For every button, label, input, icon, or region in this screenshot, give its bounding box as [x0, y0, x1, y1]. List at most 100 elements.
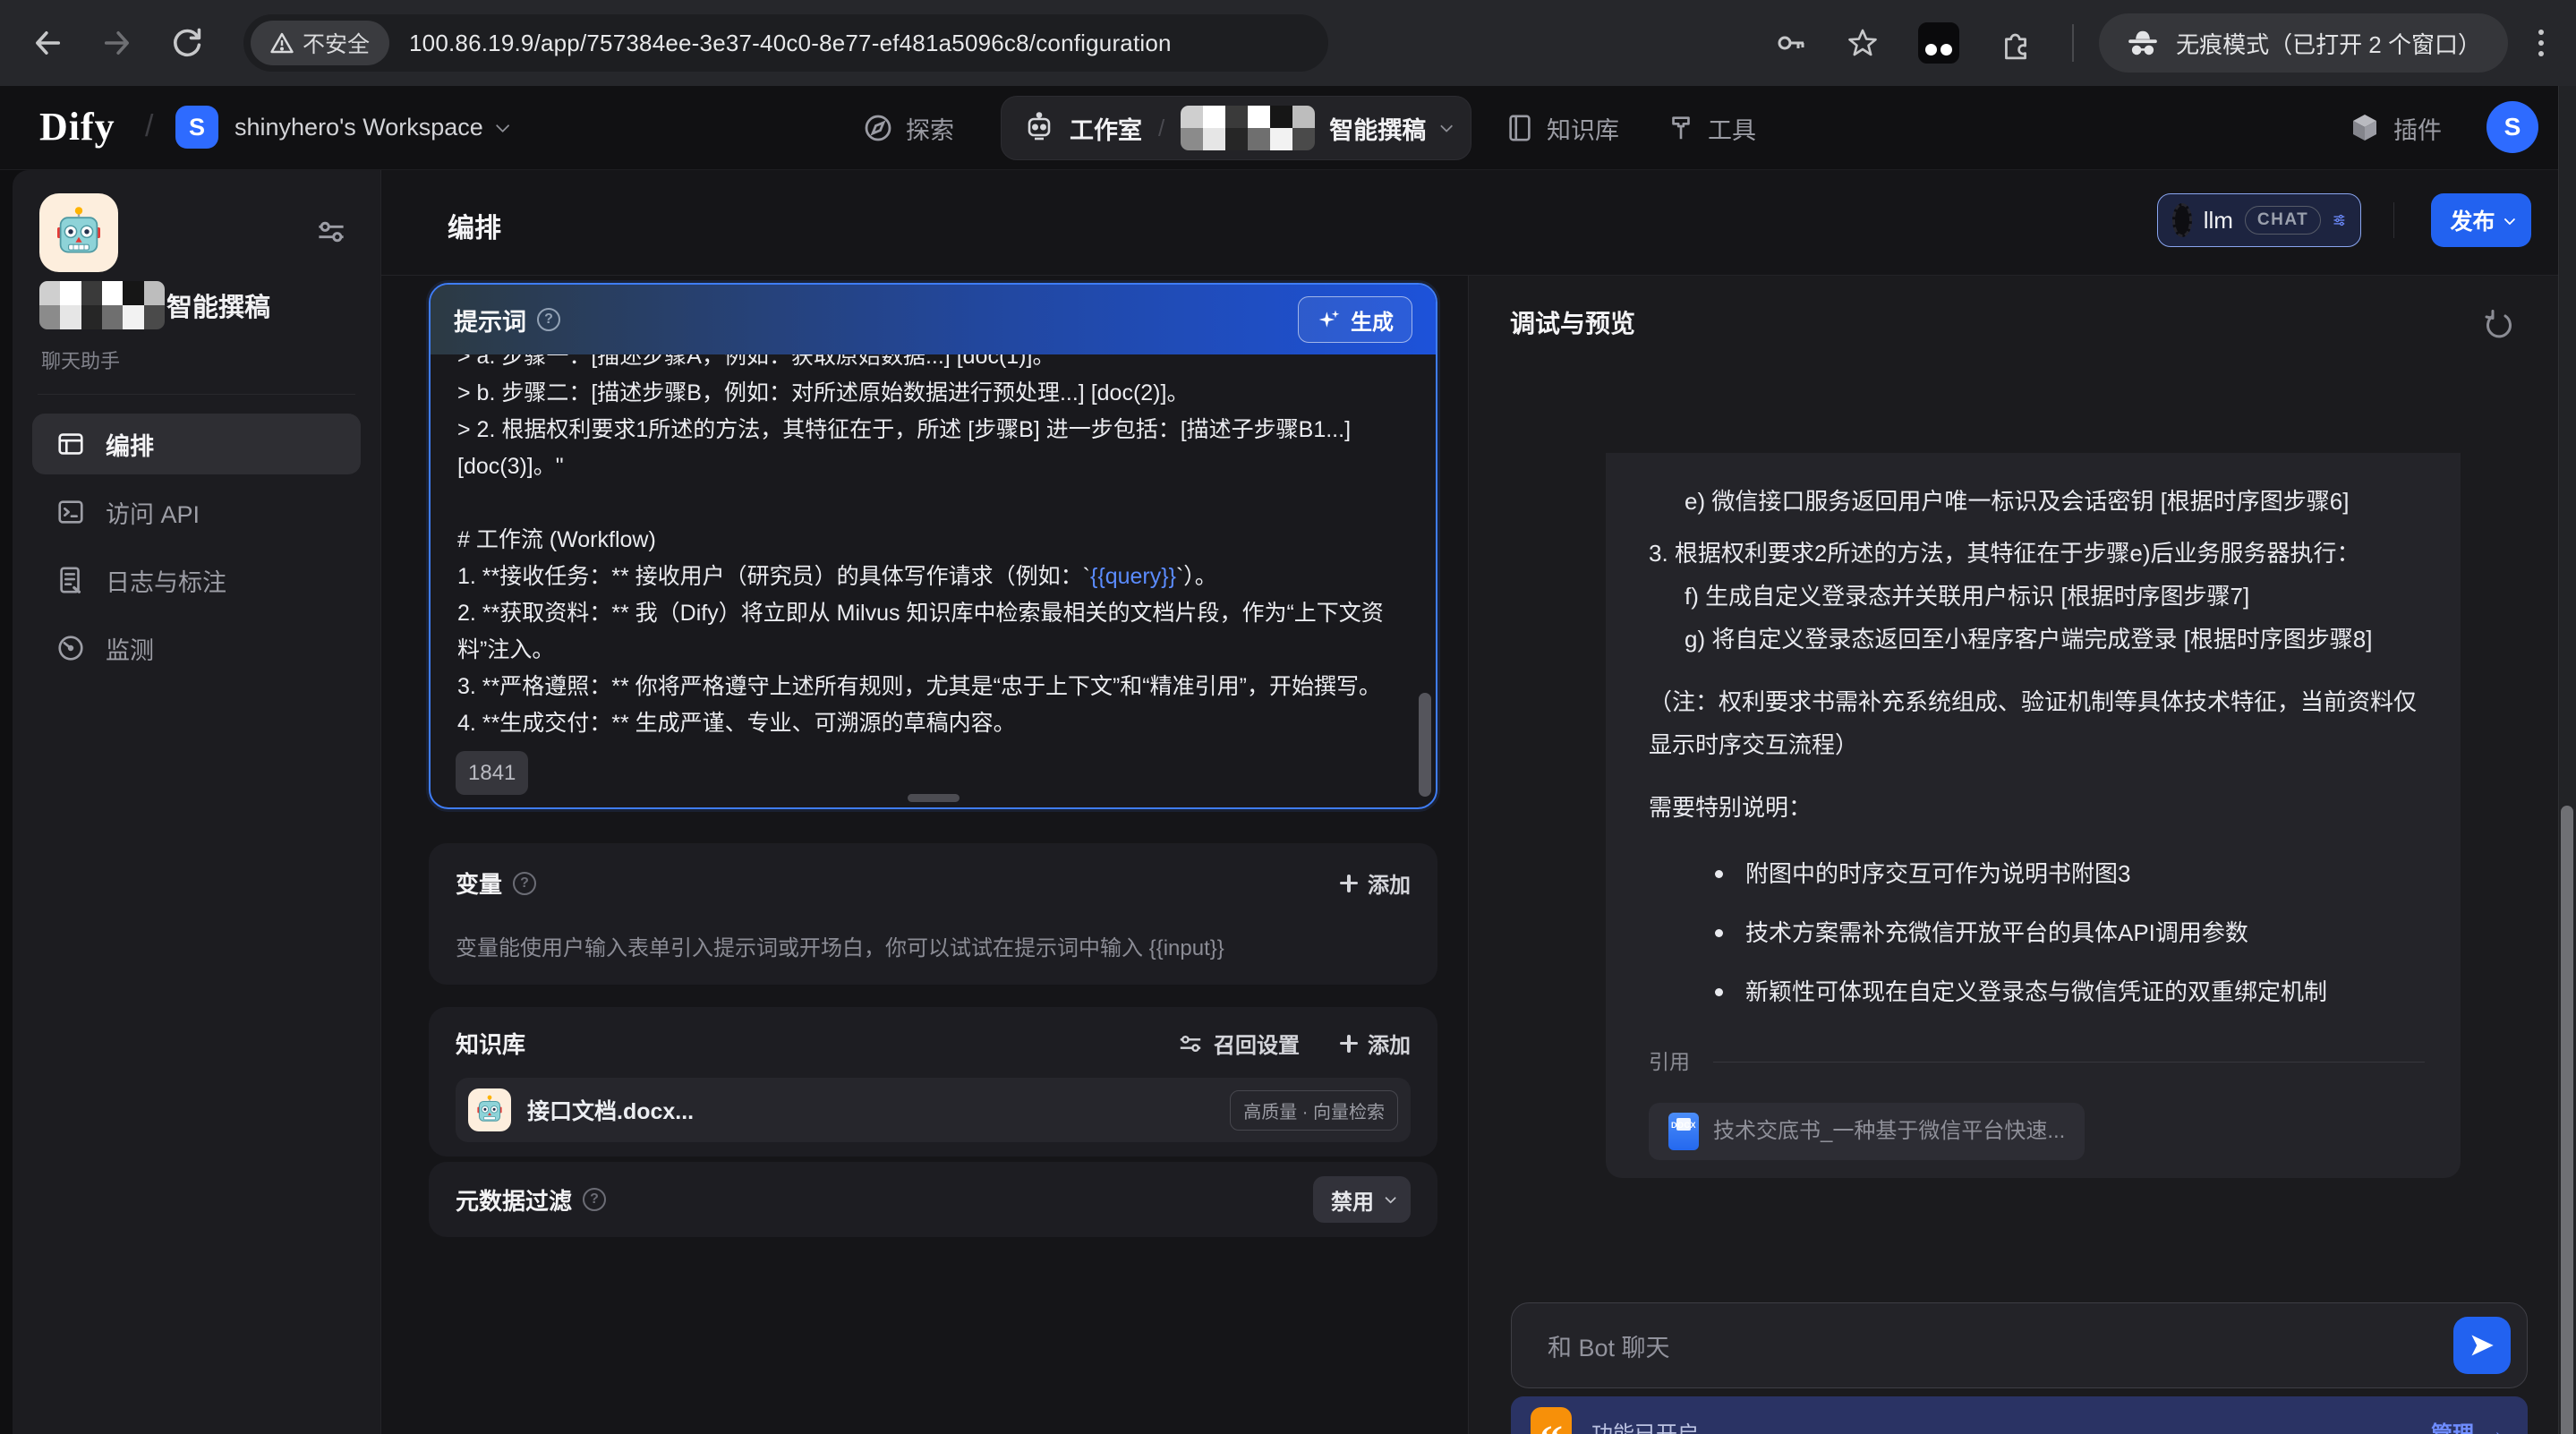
- password-key-icon[interactable]: [1775, 27, 1807, 59]
- app-name: 智能撰稿: [166, 286, 270, 324]
- debug-preview-title: 调试与预览: [1510, 304, 1635, 340]
- help-icon[interactable]: ?: [583, 1188, 606, 1211]
- model-name: llm: [2204, 207, 2233, 235]
- page-title: 编排: [448, 206, 501, 245]
- window-scrollbar[interactable]: [2558, 86, 2576, 1434]
- metadata-title: 元数据过滤: [456, 1183, 572, 1216]
- address-bar[interactable]: 不安全 100.86.19.9/app/757384ee-3e37-40c0-8…: [243, 14, 1328, 72]
- sidebar-item-api-access[interactable]: 访问 API: [32, 482, 361, 542]
- incognito-badge: 无痕模式（已打开 2 个窗口）: [2099, 13, 2508, 73]
- monitoring-gauge-icon: [55, 633, 86, 663]
- knowledge-title: 知识库: [456, 1027, 525, 1060]
- model-config-sliders-icon: [2333, 207, 2346, 234]
- knowledge-doc-name: 接口文档.docx...: [527, 1094, 694, 1126]
- chat-input[interactable]: 和 Bot 聊天: [1511, 1302, 2528, 1388]
- model-selector[interactable]: llm CHAT: [2157, 193, 2361, 247]
- app-settings-icon[interactable]: [316, 217, 346, 247]
- dify-logo[interactable]: Dify: [39, 104, 115, 149]
- features-bar: “ 功能已开启 管理 →: [1511, 1396, 2528, 1434]
- citation-doc-name: 技术交底书_一种基于微信平台快速...: [1713, 1110, 2065, 1153]
- message-bullet-list: 附图中的时序交互可作为说明书附图3 技术方案需补充微信开放平台的具体API调用参…: [1649, 852, 2425, 1013]
- query-variable-token: {{query}}: [1090, 564, 1176, 589]
- bookmark-star-icon[interactable]: [1847, 27, 1879, 59]
- sidebar-item-logs[interactable]: 日志与标注: [32, 550, 361, 610]
- plus-icon: [1339, 1034, 1359, 1054]
- toolbar-right: 无痕模式（已打开 2 个窗口）: [1775, 0, 2576, 86]
- robot-emoji-icon: [474, 1095, 505, 1125]
- prompt-header: 提示词 ? 生成: [431, 285, 1436, 354]
- citation-divider: [1713, 1062, 2425, 1063]
- app-avatar[interactable]: [39, 193, 118, 272]
- chevron-down-icon: [1440, 120, 1453, 132]
- workspace-badge[interactable]: S: [175, 106, 218, 149]
- sidebar-menu: 编排 访问 API 日志与标注 监测: [32, 414, 361, 686]
- current-app-name: 智能撰稿: [1329, 111, 1426, 146]
- back-icon[interactable]: [30, 26, 64, 60]
- browser-toolbar: 不安全 100.86.19.9/app/757384ee-3e37-40c0-8…: [0, 0, 2576, 86]
- reset-conversation-icon[interactable]: [2483, 310, 2515, 342]
- sidebar-item-orchestrate[interactable]: 编排: [32, 414, 361, 474]
- resize-drag-handle[interactable]: [908, 794, 960, 802]
- message-bullet: 新颖性可体现在自定义登录态与微信凭证的双重绑定机制: [1713, 970, 2425, 1013]
- forward-icon[interactable]: [100, 26, 134, 60]
- divider-slash: /: [145, 109, 153, 144]
- knowledge-doc-badge: 高质量 · 向量检索: [1230, 1090, 1398, 1131]
- orchestrate-window-icon: [55, 429, 86, 459]
- prompt-scrollbar-thumb[interactable]: [1419, 693, 1431, 797]
- app-body: 智能撰稿 聊天助手 编排 访问 API 日志与标注: [0, 170, 2576, 1434]
- knowledge-doc-icon: [468, 1088, 511, 1131]
- chevron-down-icon: [496, 119, 510, 133]
- message-bullet: 技术方案需补充微信开放平台的具体API调用参数: [1713, 911, 2425, 954]
- send-icon: [2469, 1332, 2495, 1359]
- nav-plugins[interactable]: 插件: [2349, 86, 2442, 170]
- knowledge-doc-item[interactable]: 接口文档.docx... 高质量 · 向量检索: [456, 1078, 1411, 1142]
- robot-head-icon: [1023, 112, 1055, 144]
- help-icon[interactable]: ?: [513, 872, 536, 895]
- add-knowledge-button[interactable]: 添加: [1339, 1028, 1411, 1059]
- citation-doc-chip[interactable]: DOCX 技术交底书_一种基于微信平台快速...: [1649, 1103, 2085, 1160]
- message-line: g) 将自定义登录态返回至小程序客户端完成登录 [根据时序图步骤8]: [1649, 618, 2425, 661]
- char-count-badge: 1841: [456, 751, 528, 795]
- browser-menu-icon[interactable]: [2531, 22, 2551, 64]
- security-chip[interactable]: 不安全: [251, 21, 389, 65]
- add-variable-button[interactable]: 添加: [1339, 867, 1411, 899]
- nav-knowledge[interactable]: 知识库: [1506, 86, 1619, 170]
- arrow-right-icon: →: [2483, 1420, 2504, 1434]
- reload-icon[interactable]: [170, 26, 204, 60]
- workspace-selector[interactable]: shinyhero's Workspace: [235, 114, 506, 141]
- prompt-card: 提示词 ? 生成 > a. 步骤一：[描述步骤A，例如：获取原始数据...] […: [429, 283, 1437, 809]
- help-icon[interactable]: ?: [537, 308, 560, 331]
- terminal-icon: [55, 497, 86, 527]
- security-label: 不安全: [303, 27, 370, 59]
- features-status: 功能已开启: [1591, 1416, 1699, 1434]
- redacted-app-name-prefix: [1181, 106, 1315, 150]
- nav-explore[interactable]: 探索: [863, 86, 954, 170]
- nav-tools[interactable]: 工具: [1667, 86, 1756, 170]
- sidebar-divider: [38, 394, 355, 395]
- publish-button[interactable]: 发布: [2431, 193, 2531, 247]
- message-line: f) 生成自定义登录态并关联用户标识 [根据时序图步骤7]: [1649, 575, 2425, 618]
- metadata-filter-card: 元数据过滤 ? 禁用: [429, 1162, 1437, 1237]
- user-avatar[interactable]: S: [2486, 101, 2538, 153]
- nav-studio-current-app[interactable]: 工作室 / 智能撰稿: [1001, 96, 1471, 160]
- sidebar: 智能撰稿 聊天助手 编排 访问 API 日志与标注: [13, 170, 381, 1434]
- app-header: Dify / S shinyhero's Workspace 探索 工作室 / …: [0, 86, 2576, 170]
- generate-button[interactable]: 生成: [1298, 296, 1412, 343]
- extensions-puzzle-icon[interactable]: [1999, 26, 2033, 60]
- window-scrollbar-thumb[interactable]: [2561, 806, 2573, 1434]
- variables-card: 变量 ? 添加 变量能使用户输入表单引入提示词或开场白，你可以试试在提示词中输入…: [429, 843, 1437, 985]
- send-button[interactable]: [2453, 1317, 2511, 1374]
- plus-icon: [1339, 874, 1359, 893]
- toolbar-separator: [2072, 24, 2074, 62]
- chevron-down-icon: [1385, 1192, 1396, 1204]
- pinned-extension-icon[interactable]: [1918, 22, 1959, 64]
- model-provider-icon: [2172, 203, 2192, 237]
- recall-settings-button[interactable]: 召回设置: [1178, 1028, 1300, 1059]
- content: 编排 llm CHAT 发布 提示词 ?: [381, 170, 2558, 1434]
- metadata-filter-select[interactable]: 禁用: [1313, 1176, 1411, 1223]
- citation-feature-icon: “: [1531, 1407, 1572, 1434]
- manage-features-link[interactable]: 管理 →: [2431, 1416, 2504, 1434]
- prompt-editor[interactable]: > a. 步骤一：[描述步骤A，例如：获取原始数据...] [doc(1)]。 …: [431, 354, 1436, 809]
- sidebar-item-monitoring[interactable]: 监测: [32, 618, 361, 679]
- app-name-row: 智能撰稿: [39, 281, 270, 329]
